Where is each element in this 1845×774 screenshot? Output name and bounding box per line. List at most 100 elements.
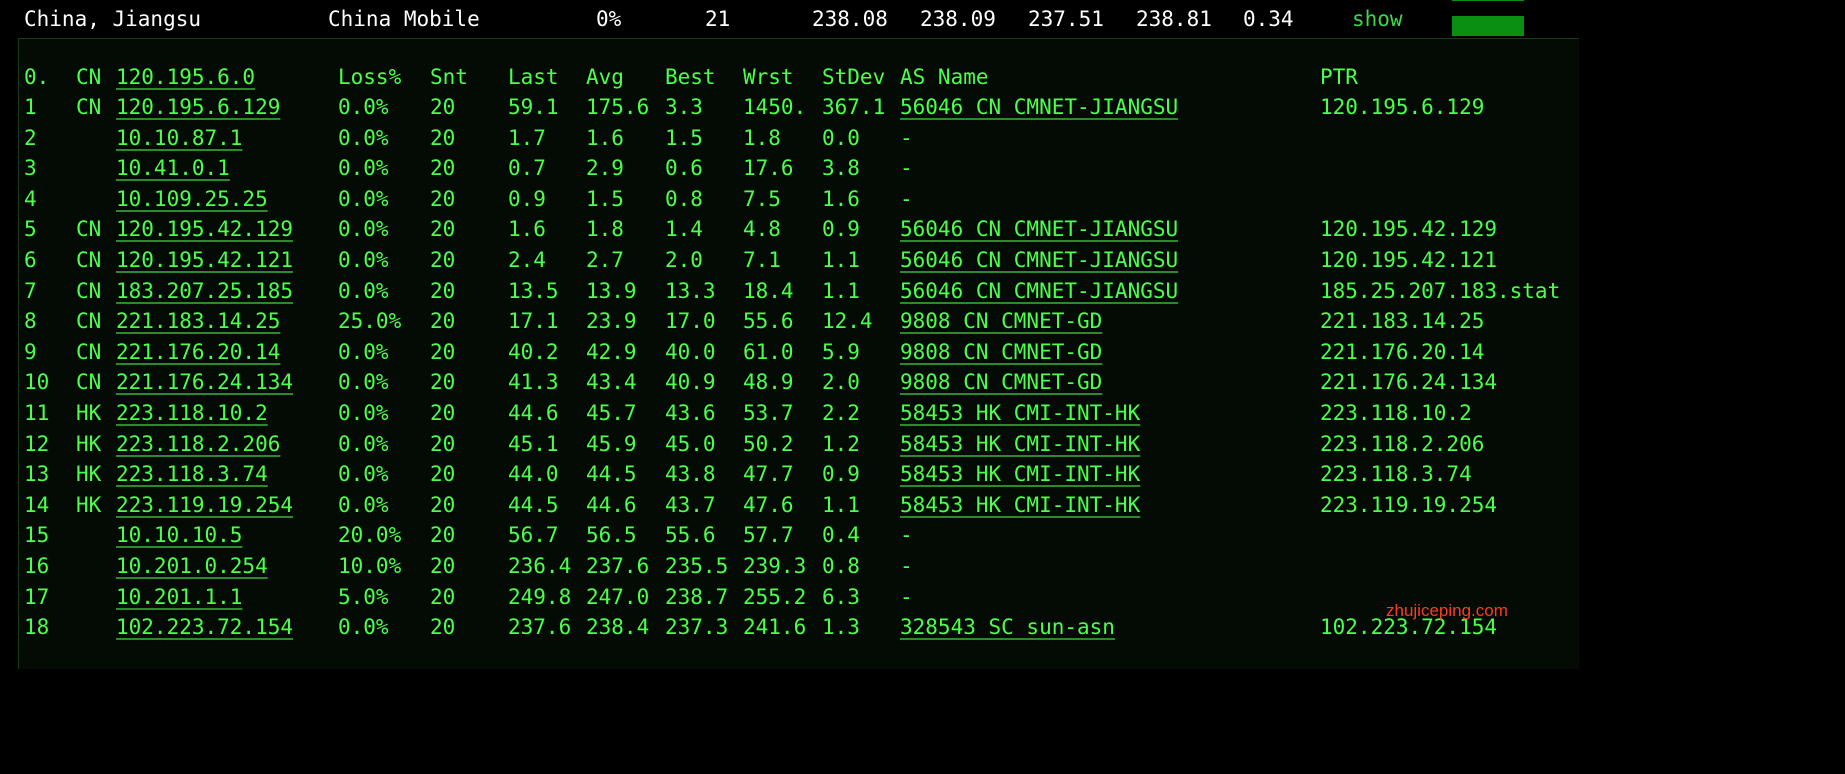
hop-snt: 20 (430, 339, 456, 364)
hop-loss: 0.0% (338, 401, 389, 425)
hop-loss: 0.0% (338, 156, 389, 181)
hop-loss: 25.0% (338, 309, 402, 334)
hop-host-link[interactable]: 223.118.2.206 (116, 432, 280, 456)
hop-stdev: 0.9 (822, 462, 860, 487)
header-avg: Avg (586, 65, 624, 89)
hop-stdev: 367.1 (822, 95, 886, 119)
hop-ptr: 120.195.42.129 (1320, 217, 1498, 242)
hop-last: 41.3 (508, 370, 559, 395)
hop-avg: 2.7 (586, 248, 624, 272)
status-bar-top (1452, 0, 1524, 1)
hop-host-link[interactable]: 223.118.10.2 (116, 401, 268, 425)
table-header: 0. CN 120.195.6.0 Loss% Snt Last Avg Bes… (0, 65, 1568, 95)
hop-ptr: 223.118.2.206 (1320, 431, 1485, 456)
hop-asname-link[interactable]: 58453 HK CMI-INT-HK (900, 493, 1140, 517)
hop-index: 6 (24, 248, 37, 272)
table-row: 6 CN 120.195.42.121 0.0% 20 2.4 2.7 2.0 7.1 1.1 56… (0, 248, 1568, 278)
hop-avg: 2.9 (586, 156, 624, 181)
hop-best: 1.4 (665, 217, 703, 242)
hop-asname-link[interactable]: 56046 CN CMNET-JIANGSU (900, 248, 1178, 272)
hop-asname-link[interactable]: 56046 CN CMNET-JIANGSU (900, 95, 1178, 119)
hop-ptr: 221.176.24.134 (1320, 370, 1498, 395)
hop-snt: 20 (430, 492, 456, 517)
table-row: 13 HK 223.118.3.74 0.0% 20 44.0 44.5 43.8 47.7 0.… (0, 462, 1568, 492)
hop-index: 15 (24, 523, 50, 548)
hop-host-link[interactable]: 120.195.42.129 (116, 217, 293, 241)
hop-asname-link[interactable]: 56046 CN CMNET-JIANGSU (900, 279, 1178, 303)
hop-stdev: 5.9 (822, 339, 860, 364)
hop-asname: - (900, 554, 913, 578)
hop-host-link[interactable]: 10.109.25.25 (116, 187, 268, 211)
hop-host-link[interactable]: 10.41.0.1 (116, 156, 230, 180)
header-host-link[interactable]: 120.195.6.0 (116, 65, 255, 89)
table-row: 17 10.201.1.1 5.0% 20 249.8 247.0 238.7 255.2 6.… (0, 585, 1568, 615)
hop-asname-link[interactable]: 58453 HK CMI-INT-HK (900, 401, 1140, 425)
hop-host-link[interactable]: 120.195.42.121 (116, 248, 293, 272)
hop-host-link[interactable]: 221.176.24.134 (116, 370, 293, 394)
summary-isp: China Mobile (328, 7, 480, 31)
hop-best: 55.6 (665, 523, 716, 548)
hop-last: 249.8 (508, 584, 572, 609)
hop-loss: 5.0% (338, 584, 389, 609)
hop-index: 3 (24, 156, 37, 181)
summary-loss: 0% (596, 7, 622, 31)
hop-asname-link[interactable]: 9808 CN CMNET-GD (900, 340, 1102, 364)
hop-ptr: 120.195.42.121 (1320, 248, 1498, 272)
hop-last: 56.7 (508, 523, 559, 548)
hop-index: 7 (24, 278, 37, 303)
hop-asname-link[interactable]: 328543 SC sun-asn (900, 615, 1115, 639)
hop-avg: 56.5 (586, 523, 637, 548)
hop-stdev: 0.9 (822, 217, 860, 242)
hop-host-link[interactable]: 10.201.1.1 (116, 585, 242, 609)
show-button[interactable]: show (1352, 7, 1403, 31)
hop-index: 8 (24, 309, 37, 334)
hop-wrst: 7.5 (743, 186, 781, 211)
table-row: 8 CN 221.183.14.25 25.0% 20 17.1 23.9 17.0 55.6 1… (0, 309, 1568, 339)
hop-best: 40.0 (665, 339, 716, 364)
hop-avg: 43.4 (586, 370, 637, 395)
hop-host-link[interactable]: 221.183.14.25 (116, 309, 280, 333)
hop-last: 45.1 (508, 431, 559, 456)
hop-loss: 0.0% (338, 95, 389, 119)
summary-row: China, Jiangsu China Mobile 0% 21 238.08… (0, 0, 1568, 38)
hop-last: 0.7 (508, 156, 546, 181)
hop-loss: 0.0% (338, 615, 389, 640)
hop-stdev: 1.3 (822, 615, 860, 640)
hop-last: 40.2 (508, 339, 559, 364)
hop-cc: HK (76, 492, 102, 517)
table-row: 11 HK 223.118.10.2 0.0% 20 44.6 45.7 43.6 53.7 2.… (0, 401, 1568, 431)
table-row: 15 10.10.10.5 20.0% 20 56.7 56.5 55.6 57.7 0.4 - (0, 523, 1568, 553)
hop-cc: CN (76, 370, 102, 395)
hop-host-link[interactable]: 120.195.6.129 (116, 95, 280, 119)
summary-last: 238.08 (812, 7, 888, 31)
hop-host-link[interactable]: 223.119.19.254 (116, 493, 293, 517)
hop-ptr: 223.119.19.254 (1320, 492, 1498, 517)
hop-asname-link[interactable]: 9808 CN CMNET-GD (900, 309, 1102, 333)
hop-asname-link[interactable]: 58453 HK CMI-INT-HK (900, 432, 1140, 456)
hop-asname: - (900, 156, 913, 181)
hop-wrst: 48.9 (743, 370, 794, 395)
hop-host-link[interactable]: 223.118.3.74 (116, 462, 268, 486)
hop-best: 3.3 (665, 95, 703, 119)
header-index: 0. (24, 65, 50, 89)
hop-avg: 45.7 (586, 401, 637, 425)
hop-host-link[interactable]: 10.201.0.254 (116, 554, 268, 578)
hop-index: 5 (24, 217, 37, 242)
hop-avg: 44.5 (586, 462, 637, 487)
hop-snt: 20 (430, 248, 456, 272)
hop-best: 235.5 (665, 554, 729, 578)
hop-index: 16 (24, 554, 50, 578)
hop-asname-link[interactable]: 9808 CN CMNET-GD (900, 370, 1102, 394)
hop-wrst: 50.2 (743, 431, 794, 456)
hop-host-link[interactable]: 10.10.87.1 (116, 126, 242, 150)
hop-asname-link[interactable]: 58453 HK CMI-INT-HK (900, 462, 1140, 486)
hop-loss: 0.0% (338, 492, 389, 517)
hop-snt: 20 (430, 217, 456, 242)
hop-asname-link[interactable]: 56046 CN CMNET-JIANGSU (900, 217, 1178, 241)
table-row: 3 10.41.0.1 0.0% 20 0.7 2.9 0.6 17.6 3.8 - (0, 156, 1568, 186)
hop-host-link[interactable]: 10.10.10.5 (116, 523, 242, 547)
hop-host-link[interactable]: 183.207.25.185 (116, 279, 293, 303)
hop-host-link[interactable]: 102.223.72.154 (116, 615, 293, 639)
hop-last: 59.1 (508, 95, 559, 119)
hop-host-link[interactable]: 221.176.20.14 (116, 340, 280, 364)
